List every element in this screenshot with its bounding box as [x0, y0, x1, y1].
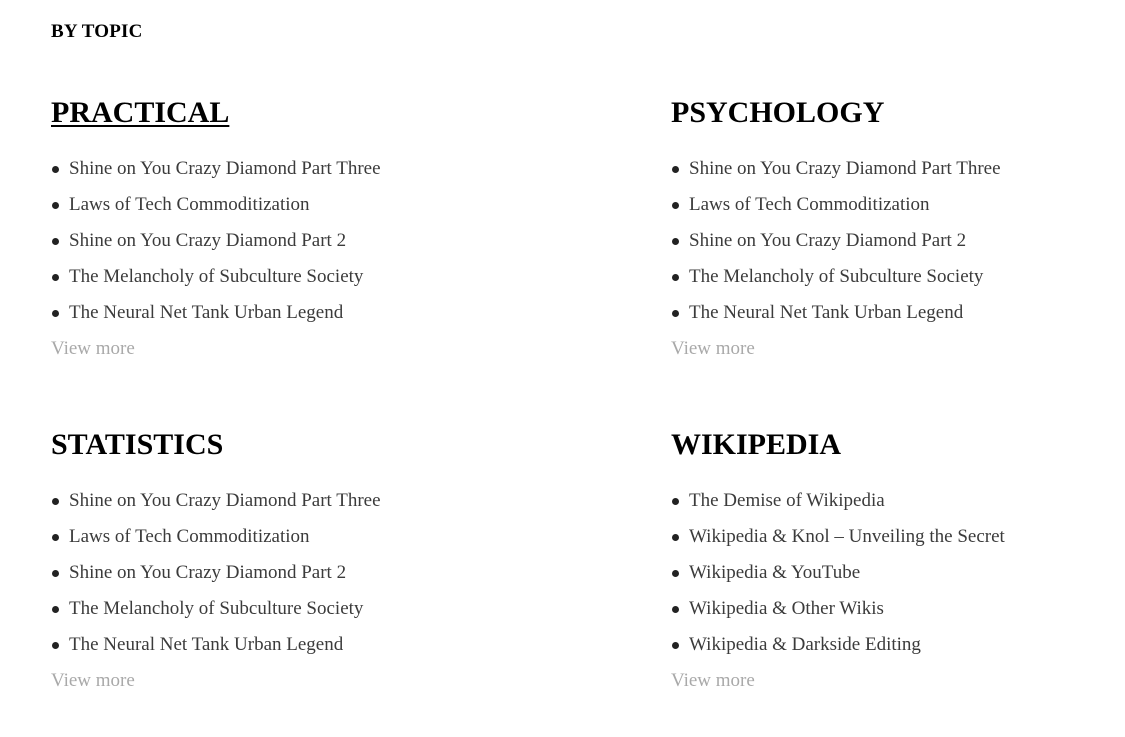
topic-title-psychology[interactable]: PSYCHOLOGY [671, 95, 1091, 131]
list-item[interactable]: Shine on You Crazy Diamond Part Three [51, 483, 471, 519]
list-item-label: Shine on You Crazy Diamond Part 2 [689, 230, 967, 251]
section-heading: BY TOPIC [51, 21, 143, 42]
bullet-icon [52, 498, 59, 505]
list-item-label: The Neural Net Tank Urban Legend [689, 302, 964, 323]
bullet-icon [672, 310, 679, 317]
list-item-label: The Demise of Wikipedia [689, 490, 885, 511]
list-item-label: Wikipedia & Knol – Unveiling the Secret [689, 526, 1005, 547]
topic-list-practical: Shine on You Crazy Diamond Part Three La… [51, 151, 471, 331]
list-item[interactable]: The Neural Net Tank Urban Legend [51, 295, 471, 331]
bullet-icon [672, 238, 679, 245]
bullet-icon [672, 570, 679, 577]
list-item-label: Shine on You Crazy Diamond Part Three [689, 158, 1001, 179]
list-item-label: The Neural Net Tank Urban Legend [69, 302, 344, 323]
list-item[interactable]: Wikipedia & Darkside Editing [671, 627, 1091, 663]
list-item[interactable]: Shine on You Crazy Diamond Part 2 [671, 223, 1091, 259]
topic-list-statistics: Shine on You Crazy Diamond Part Three La… [51, 483, 471, 663]
bullet-icon [672, 202, 679, 209]
topic-practical: PRACTICAL Shine on You Crazy Diamond Par… [51, 95, 471, 367]
list-item[interactable]: Laws of Tech Commoditization [51, 187, 471, 223]
view-more-link-practical[interactable]: View more [51, 331, 471, 367]
bullet-icon [52, 310, 59, 317]
list-item[interactable]: Wikipedia & Knol – Unveiling the Secret [671, 519, 1091, 555]
list-item-label: Wikipedia & Other Wikis [689, 598, 884, 619]
list-item[interactable]: The Neural Net Tank Urban Legend [671, 295, 1091, 331]
bullet-icon [52, 202, 59, 209]
topic-wikipedia: WIKIPEDIA The Demise of Wikipedia Wikipe… [671, 427, 1091, 699]
list-item[interactable]: Wikipedia & Other Wikis [671, 591, 1091, 627]
topic-statistics: STATISTICS Shine on You Crazy Diamond Pa… [51, 427, 471, 699]
list-item-label: Laws of Tech Commoditization [69, 194, 310, 215]
bullet-icon [52, 534, 59, 541]
topic-title-wikipedia[interactable]: WIKIPEDIA [671, 427, 1091, 463]
list-item[interactable]: The Neural Net Tank Urban Legend [51, 627, 471, 663]
list-item-label: The Neural Net Tank Urban Legend [69, 634, 344, 655]
bullet-icon [52, 274, 59, 281]
list-item-label: Shine on You Crazy Diamond Part Three [69, 158, 381, 179]
bullet-icon [672, 166, 679, 173]
list-item[interactable]: The Melancholy of Subculture Society [51, 259, 471, 295]
list-item[interactable]: Laws of Tech Commoditization [671, 187, 1091, 223]
view-more-link-statistics[interactable]: View more [51, 663, 471, 699]
bullet-icon [52, 570, 59, 577]
list-item-label: Shine on You Crazy Diamond Part 2 [69, 230, 347, 251]
list-item[interactable]: Shine on You Crazy Diamond Part 2 [51, 223, 471, 259]
topic-title-statistics[interactable]: STATISTICS [51, 427, 471, 463]
list-item-label: The Melancholy of Subculture Society [69, 598, 364, 619]
bullet-icon [52, 606, 59, 613]
bullet-icon [672, 534, 679, 541]
list-item[interactable]: Shine on You Crazy Diamond Part 2 [51, 555, 471, 591]
bullet-icon [672, 498, 679, 505]
view-more-link-psychology[interactable]: View more [671, 331, 1091, 367]
topic-psychology: PSYCHOLOGY Shine on You Crazy Diamond Pa… [671, 95, 1091, 367]
list-item[interactable]: Laws of Tech Commoditization [51, 519, 471, 555]
topic-list-wikipedia: The Demise of Wikipedia Wikipedia & Knol… [671, 483, 1091, 663]
list-item[interactable]: The Melancholy of Subculture Society [51, 591, 471, 627]
topic-list-psychology: Shine on You Crazy Diamond Part Three La… [671, 151, 1091, 331]
view-more-link-wikipedia[interactable]: View more [671, 663, 1091, 699]
list-item[interactable]: Wikipedia & YouTube [671, 555, 1091, 591]
list-item-label: Shine on You Crazy Diamond Part 2 [69, 562, 347, 583]
list-item-label: Shine on You Crazy Diamond Part Three [69, 490, 381, 511]
list-item-label: Laws of Tech Commoditization [689, 194, 930, 215]
bullet-icon [52, 166, 59, 173]
list-item-label: Wikipedia & YouTube [689, 562, 861, 583]
topic-title-practical[interactable]: PRACTICAL [51, 95, 471, 131]
list-item-label: Laws of Tech Commoditization [69, 526, 310, 547]
bullet-icon [672, 606, 679, 613]
list-item-label: Wikipedia & Darkside Editing [689, 634, 921, 655]
bullet-icon [52, 238, 59, 245]
list-item-label: The Melancholy of Subculture Society [689, 266, 984, 287]
list-item[interactable]: Shine on You Crazy Diamond Part Three [671, 151, 1091, 187]
list-item-label: The Melancholy of Subculture Society [69, 266, 364, 287]
bullet-icon [672, 274, 679, 281]
bullet-icon [52, 642, 59, 649]
list-item[interactable]: The Demise of Wikipedia [671, 483, 1091, 519]
list-item[interactable]: The Melancholy of Subculture Society [671, 259, 1091, 295]
list-item[interactable]: Shine on You Crazy Diamond Part Three [51, 151, 471, 187]
bullet-icon [672, 642, 679, 649]
